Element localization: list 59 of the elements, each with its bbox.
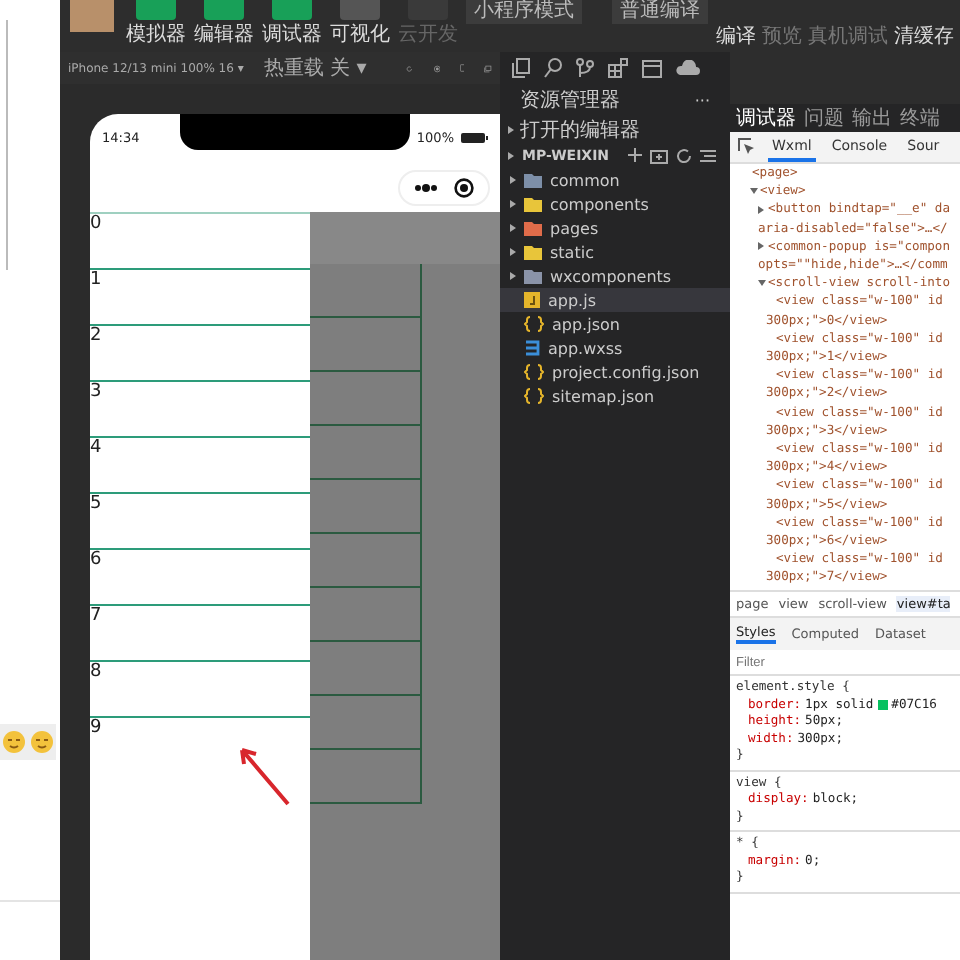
mode-label: 编辑器 xyxy=(194,24,254,48)
window-icon[interactable] xyxy=(484,59,493,77)
mode-toggle-button[interactable] xyxy=(272,0,312,20)
emoji-icon[interactable] xyxy=(2,730,26,754)
toolbar-action[interactable]: 编译 xyxy=(716,26,756,50)
more-icon[interactable] xyxy=(414,183,438,191)
add-icon[interactable] xyxy=(628,148,642,162)
extensions-icon[interactable] xyxy=(608,58,628,78)
expand-toggle-icon[interactable] xyxy=(758,280,766,287)
mode-label: 调试器 xyxy=(262,24,322,48)
file-tree-item[interactable]: static xyxy=(500,240,730,264)
emoji-icon[interactable] xyxy=(30,730,54,754)
more-button[interactable]: ··· xyxy=(694,91,710,109)
collapse-icon[interactable] xyxy=(700,147,716,163)
file-tree-item[interactable]: sitemap.json xyxy=(500,384,730,408)
file-tree-item[interactable]: components xyxy=(500,192,730,216)
json-file-icon xyxy=(524,316,544,332)
mode-toggle-button[interactable] xyxy=(136,0,176,20)
explorer-title: 资源管理器 xyxy=(520,88,620,114)
arrow-annotation xyxy=(236,744,292,808)
panel-tab[interactable]: 输出 xyxy=(852,104,892,132)
color-swatch[interactable] xyxy=(877,700,888,711)
file-tree-item[interactable]: app.json xyxy=(500,312,730,336)
new-folder-icon[interactable] xyxy=(650,147,668,163)
branch-icon[interactable] xyxy=(576,58,594,78)
json-file-icon xyxy=(524,364,544,380)
toolbar-action[interactable]: 清缓存 xyxy=(894,26,954,50)
capsule-menu[interactable] xyxy=(398,169,490,205)
js-file-icon xyxy=(524,292,540,308)
files-icon[interactable] xyxy=(512,58,530,78)
file-tree-item[interactable]: common xyxy=(500,168,730,192)
file-tree-item[interactable]: project.config.json xyxy=(500,360,730,384)
file-tree-item[interactable]: wxcomponents xyxy=(500,264,730,288)
panel-icon[interactable] xyxy=(642,59,662,77)
mode-toggle-button[interactable] xyxy=(340,0,380,20)
panel-tab[interactable]: 问题 xyxy=(804,104,844,132)
expand-toggle-icon[interactable] xyxy=(750,188,758,195)
mode-label: 云开发 xyxy=(398,24,458,48)
phone-icon[interactable] xyxy=(459,58,465,78)
panel-tab[interactable]: 调试器 xyxy=(736,104,796,132)
expand-toggle-icon[interactable] xyxy=(758,206,764,214)
mode-label: 模拟器 xyxy=(126,24,186,48)
file-tree-item[interactable]: pages xyxy=(500,216,730,240)
mode-label: 可视化 xyxy=(330,24,390,48)
cloud-icon[interactable] xyxy=(676,60,700,76)
open-editors-section[interactable]: 打开的编辑器 xyxy=(500,116,730,142)
mode-toggle-button[interactable] xyxy=(204,0,244,20)
file-tree-item[interactable]: app.js xyxy=(500,288,730,312)
inspect-icon[interactable] xyxy=(738,138,756,156)
file-tree-item[interactable]: app.wxss xyxy=(500,336,730,360)
hot-reload-selector[interactable]: 热重载 关 ▾ xyxy=(263,54,367,82)
battery-icon xyxy=(460,132,488,144)
json-file-icon xyxy=(524,388,544,404)
refresh-icon[interactable] xyxy=(676,147,692,163)
stylesheet-file-icon xyxy=(524,340,540,356)
avatar-placeholder xyxy=(70,0,114,32)
search-icon[interactable] xyxy=(544,58,562,78)
expand-toggle-icon[interactable] xyxy=(758,242,764,251)
panel-tab[interactable]: 终端 xyxy=(900,104,940,132)
